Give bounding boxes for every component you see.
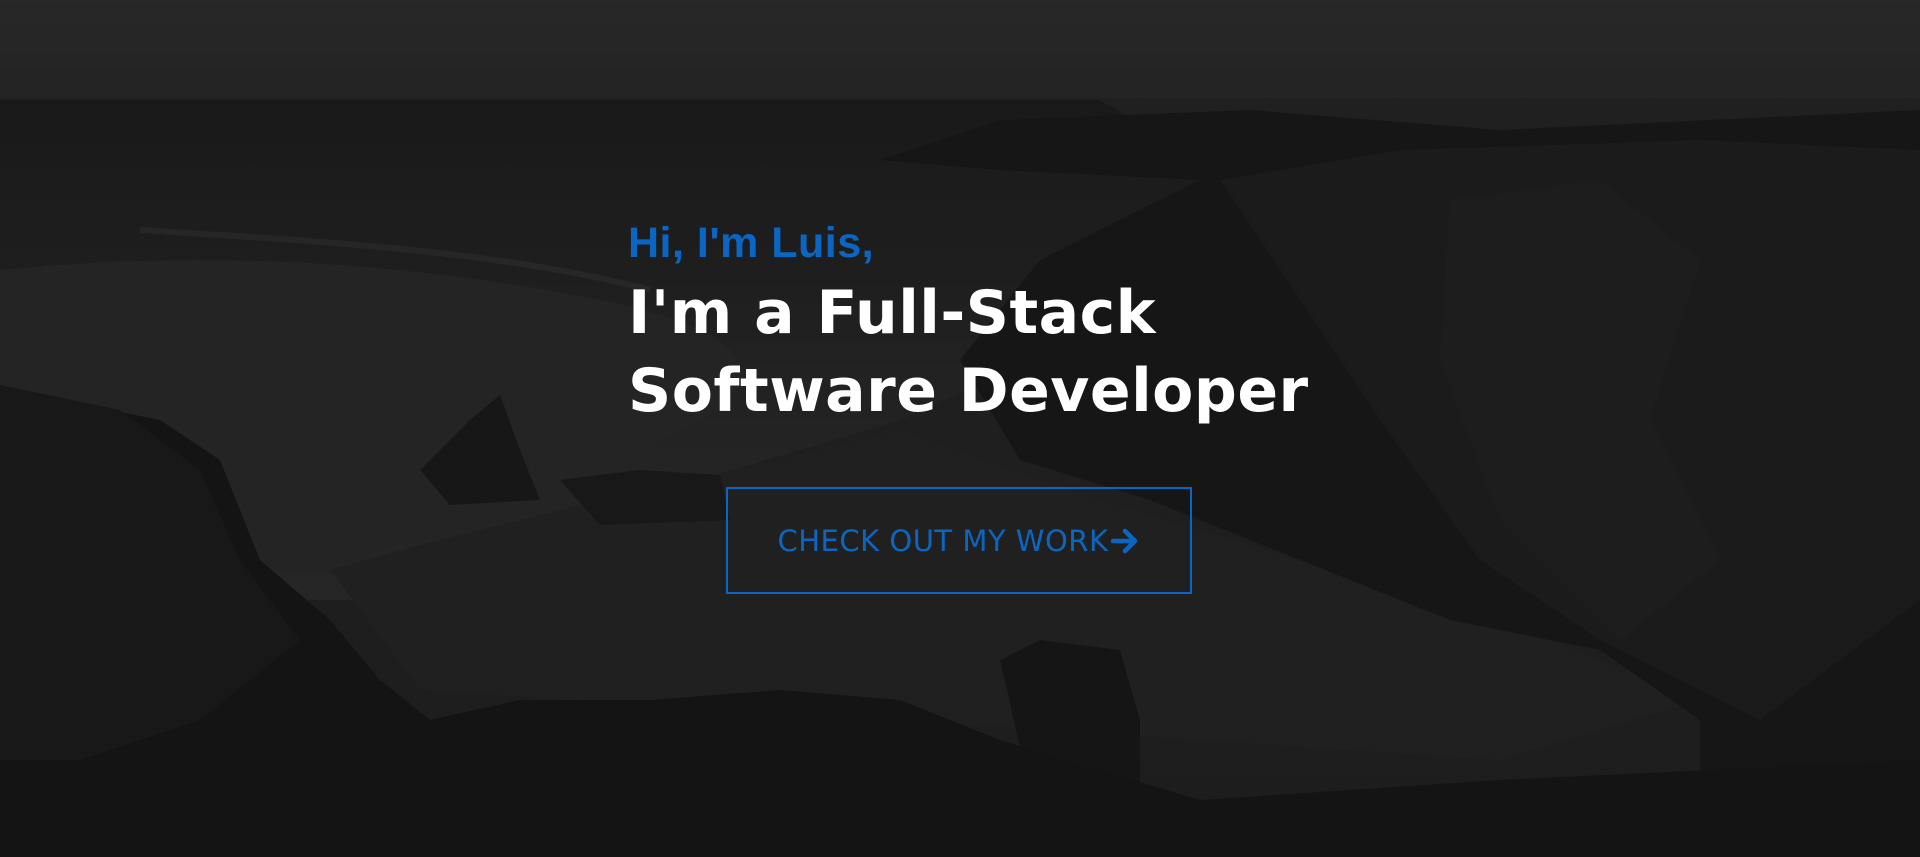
cta-label: CHECK OUT MY WORK (777, 523, 1109, 558)
hero-headline-line2: Software Developer (628, 356, 1309, 426)
check-out-my-work-button[interactable]: CHECK OUT MY WORK (726, 487, 1192, 594)
hero-greeting: Hi, I'm Luis, (628, 219, 875, 267)
hero-content: Hi, I'm Luis, I'm a Full-Stack Software … (628, 212, 1348, 430)
hero-headline-line1: I'm a Full-Stack (628, 278, 1157, 348)
arrow-right-icon (1110, 526, 1140, 556)
top-bar (0, 0, 1920, 98)
hero-section: Hi, I'm Luis, I'm a Full-Stack Software … (0, 0, 1920, 857)
